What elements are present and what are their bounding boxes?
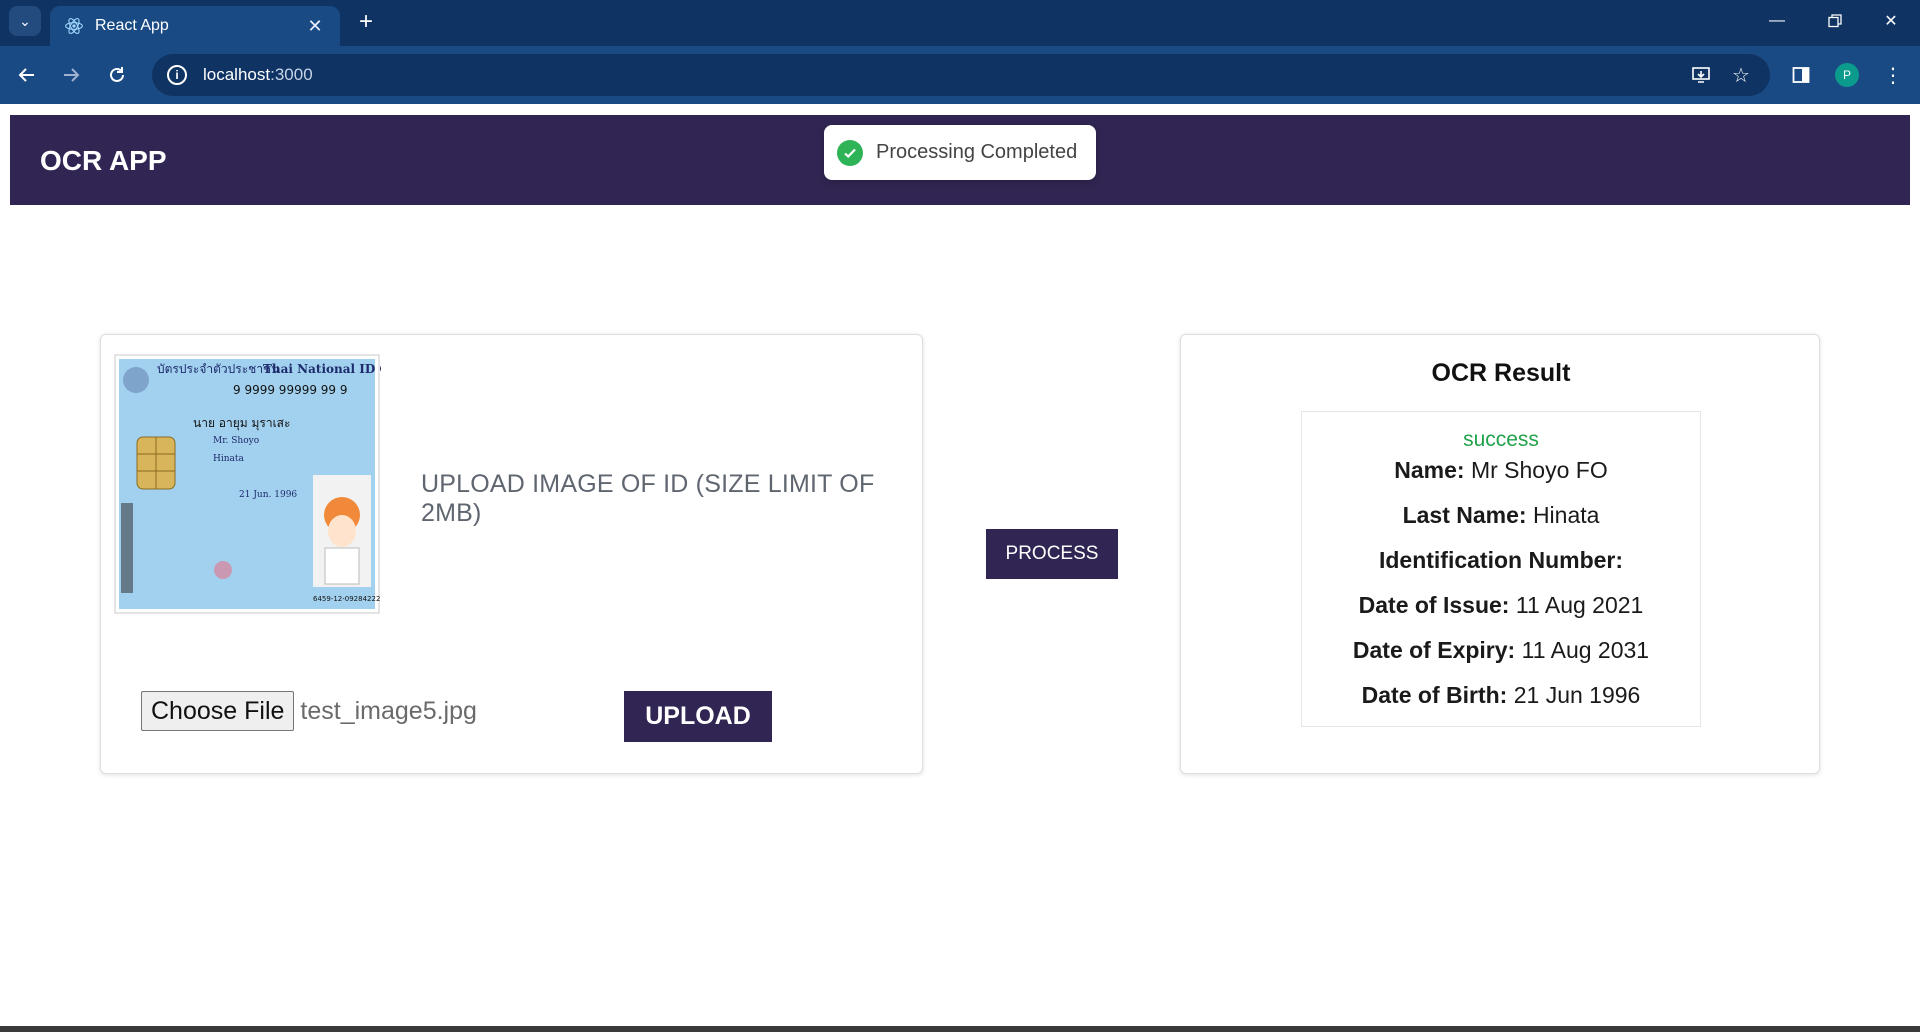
- field-identification-number: Identification Number:: [1378, 547, 1624, 573]
- chevron-down-icon: ⌄: [19, 12, 31, 29]
- ocr-result-card: OCR Result success Name: Mr Shoyo FO Las…: [1180, 334, 1820, 774]
- field-date-of-issue: Date of Issue: 11 Aug 2021: [1358, 592, 1644, 618]
- id-number: 9 9999 99999 99 9: [233, 383, 348, 397]
- field-date-of-expiry: Date of Expiry: 11 Aug 2031: [1352, 637, 1650, 663]
- field-name: Name: Mr Shoyo FO: [1394, 457, 1608, 483]
- choose-file-button[interactable]: Choose File: [141, 691, 295, 731]
- close-window-button[interactable]: ✕: [1862, 0, 1920, 42]
- app-title: OCR APP: [40, 145, 167, 176]
- restore-window-button[interactable]: [1806, 0, 1864, 42]
- forward-button[interactable]: [54, 58, 88, 92]
- install-app-icon[interactable]: [1688, 62, 1714, 88]
- browser-tab[interactable]: React App ✕: [50, 6, 340, 46]
- process-button[interactable]: PROCESS: [986, 529, 1118, 579]
- status-text: success: [1463, 428, 1539, 451]
- tab-search-button[interactable]: ⌄: [9, 6, 41, 36]
- check-circle-icon: [837, 139, 863, 166]
- url-text: localhost:3000: [203, 65, 313, 84]
- id-name-en: Mr. Shoyo: [213, 436, 259, 446]
- restore-icon: [1828, 14, 1842, 28]
- reload-icon: [110, 67, 124, 82]
- bookmark-star-icon[interactable]: ☆: [1728, 62, 1754, 88]
- upload-instructions: UPLOAD IMAGE OF ID (SIZE LIMIT OF 2MB): [421, 470, 875, 527]
- avatar: P: [1835, 63, 1859, 87]
- reload-button[interactable]: [100, 58, 134, 92]
- close-tab-icon[interactable]: ✕: [304, 16, 326, 37]
- minimize-window-button[interactable]: —: [1748, 0, 1806, 42]
- toast-message: Processing Completed: [876, 141, 1078, 163]
- side-panel-icon: [1792, 67, 1810, 83]
- arrow-right-icon: [64, 68, 80, 82]
- toast-notification[interactable]: Processing Completed: [824, 125, 1096, 180]
- id-header-en: Thai National ID Card: [263, 362, 381, 376]
- id-card-preview-image: บัตรประจำตัวประชาชน Thai National ID Car…: [114, 354, 381, 614]
- field-last-name: Last Name: Hinata: [1402, 502, 1600, 528]
- id-serial: 6459-12-09284222: [313, 595, 380, 603]
- browser-toolbar: i localhost:3000 ☆ P ⋮: [0, 46, 1920, 104]
- file-input[interactable]: Choose File test_image5.jpg: [141, 691, 477, 731]
- bottom-strip: [0, 1026, 1920, 1032]
- profile-button[interactable]: P: [1830, 58, 1864, 92]
- more-vertical-icon: ⋮: [1883, 64, 1903, 87]
- side-panel-button[interactable]: [1784, 58, 1818, 92]
- tab-title: React App: [95, 17, 169, 34]
- browser-tab-bar: ⌄ React App ✕ + — ✕: [0, 0, 1920, 46]
- ocr-result-title: OCR Result: [1431, 359, 1571, 387]
- new-tab-button[interactable]: +: [352, 8, 380, 36]
- id-last-name-en: Hinata: [213, 454, 245, 464]
- id-dob-en: 21 Jun. 1996: [239, 490, 297, 500]
- site-info-icon[interactable]: i: [167, 65, 187, 85]
- ocr-result-box: success Name: Mr Shoyo FO Last Name: Hin…: [1301, 411, 1701, 727]
- upload-card: บัตรประจำตัวประชาชน Thai National ID Car…: [100, 334, 923, 774]
- back-button[interactable]: [10, 58, 44, 92]
- selected-file-name: test_image5.jpg: [300, 696, 477, 725]
- id-name-thai: นาย อายุม มุราเสะ: [193, 416, 290, 431]
- browser-menu-button[interactable]: ⋮: [1876, 58, 1910, 92]
- react-logo-icon: [65, 18, 83, 34]
- address-bar[interactable]: i localhost:3000 ☆: [152, 54, 1770, 96]
- upload-button[interactable]: UPLOAD: [624, 691, 772, 742]
- arrow-left-icon: [18, 68, 34, 82]
- id-header-thai: บัตรประจำตัวประชาชน: [157, 362, 279, 376]
- field-date-of-birth: Date of Birth: 21 Jun 1996: [1361, 682, 1641, 708]
